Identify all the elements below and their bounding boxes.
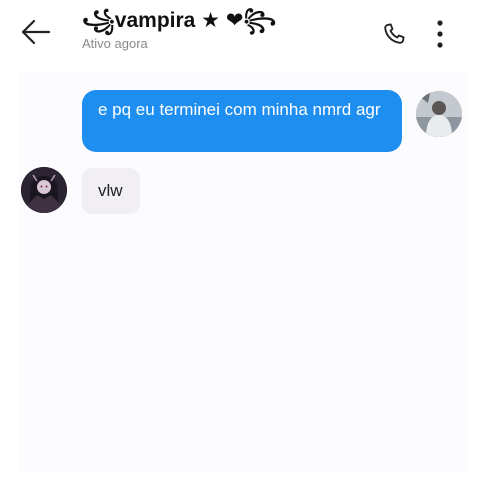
user-photo-icon [416,91,462,137]
sent-message[interactable]: e pq eu terminei com minha nmrd agr [82,90,402,152]
back-button[interactable] [14,12,58,52]
chat-screen: ꧁vampira ★ ❤꧂ Ativo agora e pq eu termin… [0,0,480,480]
message-list[interactable]: e pq eu terminei com minha nmrd agr vlw [18,72,468,472]
phone-icon [384,23,405,44]
contact-name: ꧁vampira ★ ❤꧂ [82,9,277,32]
call-button[interactable] [376,16,412,52]
avatar[interactable] [416,91,462,137]
more-vertical-icon [437,20,443,48]
contact-status: Ativo agora [82,36,148,51]
user-photo-icon [21,167,67,213]
received-message[interactable]: vlw [82,168,140,214]
avatar[interactable] [21,167,67,213]
arrow-left-icon [21,19,51,45]
more-options-button[interactable] [426,14,454,54]
contact-info[interactable]: ꧁vampira ★ ❤꧂ Ativo agora [82,8,362,52]
chat-header: ꧁vampira ★ ❤꧂ Ativo agora [0,0,480,64]
